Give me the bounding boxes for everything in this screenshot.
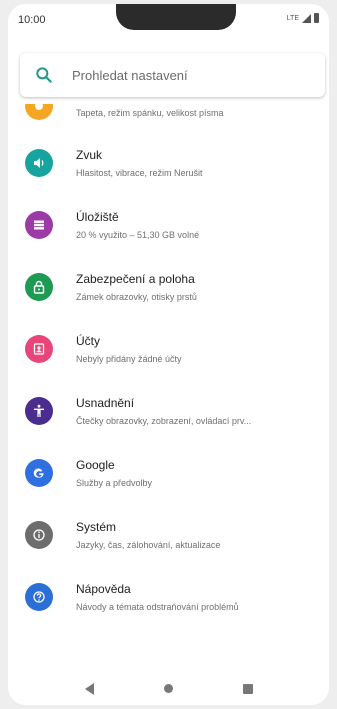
item-subtitle: Hlasitost, vibrace, režim Nerušit	[76, 168, 203, 178]
battery-icon	[314, 13, 319, 23]
item-subtitle: Nebyly přidány žádné účty	[76, 354, 182, 364]
settings-item-storage[interactable]: Úložiště 20 % využito – 51,30 GB volné	[8, 197, 329, 259]
item-title: Zabezpečení a poloha	[76, 272, 195, 286]
item-title: Zvuk	[76, 148, 103, 162]
settings-item-google[interactable]: Google Služby a předvolby	[8, 445, 329, 507]
item-title: Účty	[76, 334, 100, 348]
settings-item-accounts[interactable]: Účty Nebyly přidány žádné účty	[8, 321, 329, 383]
settings-item-accessibility[interactable]: Usnadnění Čtečky obrazovky, zobrazení, o…	[8, 383, 329, 445]
item-title: Systém	[76, 520, 117, 534]
volume-icon	[25, 149, 53, 177]
item-subtitle: Návody a témata odstraňování problémů	[76, 602, 239, 612]
status-time: 10:00	[18, 14, 46, 26]
google-icon	[25, 459, 53, 487]
lock-icon	[25, 273, 53, 301]
settings-item-security[interactable]: Zabezpečení a poloha Zámek obrazovky, ot…	[8, 259, 329, 321]
settings-item-display[interactable]: Tapeta, režim spánku, velikost písma	[8, 104, 329, 128]
display-icon	[25, 104, 53, 120]
item-subtitle: Jazyky, čas, zálohování, aktualizace	[76, 540, 221, 550]
network-type: LTE	[286, 14, 299, 22]
item-title: Usnadnění	[76, 396, 135, 410]
settings-item-system[interactable]: Systém Jazyky, čas, zálohování, aktualiz…	[8, 507, 329, 569]
search-icon	[36, 67, 52, 83]
search-bar[interactable]: Prohledat nastavení	[20, 53, 325, 97]
status-icons: LTE	[287, 13, 319, 23]
home-icon[interactable]	[163, 684, 173, 693]
settings-item-help[interactable]: Nápověda Návody a témata odstraňování pr…	[8, 569, 329, 631]
item-subtitle: Zámek obrazovky, otisky prstů	[76, 292, 197, 302]
item-subtitle: Služby a předvolby	[76, 478, 153, 488]
account-icon	[25, 335, 53, 363]
back-icon[interactable]	[84, 682, 94, 695]
item-title: Nápověda	[76, 582, 131, 596]
settings-list: Tapeta, režim spánku, velikost písma Zvu…	[8, 104, 329, 672]
recents-icon[interactable]	[242, 683, 253, 694]
help-icon	[25, 583, 53, 611]
item-title: Úložiště	[76, 210, 119, 224]
search-placeholder: Prohledat nastavení	[72, 67, 188, 83]
settings-item-sound[interactable]: Zvuk Hlasitost, vibrace, režim Nerušit	[8, 135, 329, 197]
navigation-bar	[8, 672, 329, 705]
item-subtitle: 20 % využito – 51,30 GB volné	[76, 230, 200, 240]
signal-icon	[302, 13, 311, 23]
phone-screen: 10:00 LTE Prohledat nastavení Tapeta, re…	[8, 4, 329, 705]
item-title: Google	[76, 458, 115, 472]
camera-notch	[116, 4, 236, 30]
item-subtitle: Tapeta, režim spánku, velikost písma	[76, 108, 224, 118]
info-icon	[25, 521, 53, 549]
status-bar: 10:00 LTE	[8, 4, 329, 38]
accessibility-icon	[25, 397, 53, 425]
storage-icon	[25, 211, 53, 239]
item-subtitle: Čtečky obrazovky, zobrazení, ovládací pr…	[76, 416, 252, 426]
